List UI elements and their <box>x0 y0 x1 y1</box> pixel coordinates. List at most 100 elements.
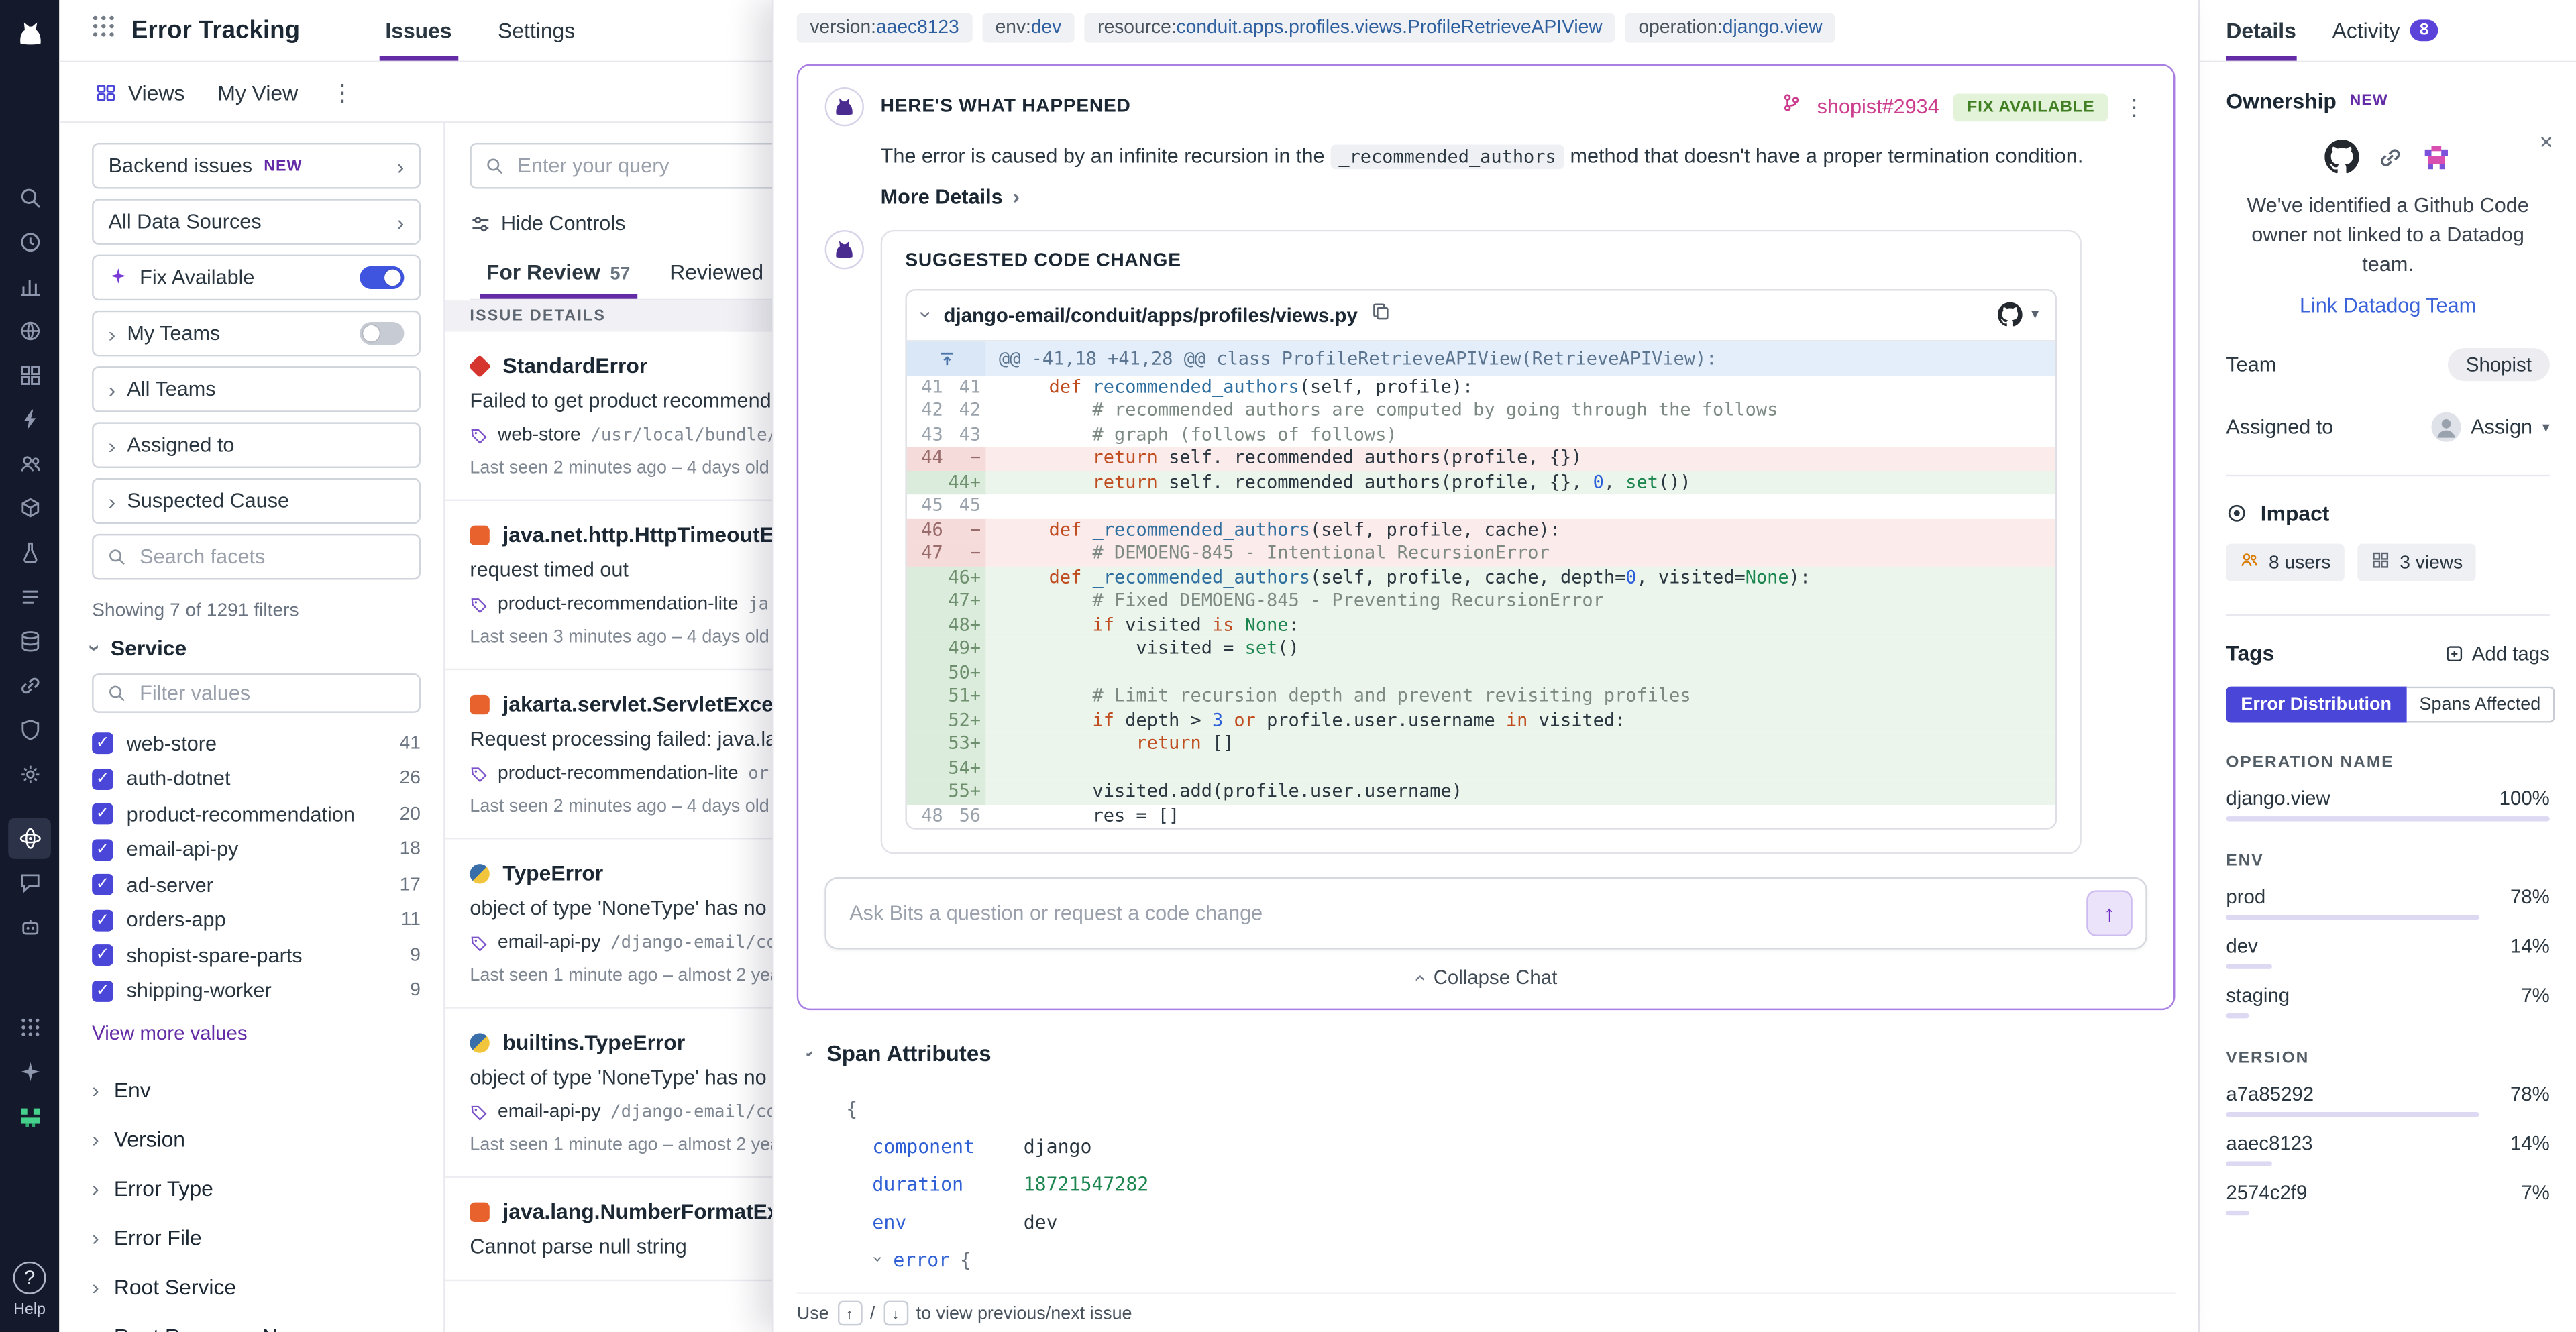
close-icon[interactable]: × <box>2540 129 2553 152</box>
facet-value-web-store[interactable]: ✓web-store41 <box>92 726 421 761</box>
facet-value-shipping-worker[interactable]: ✓shipping-worker9 <box>92 973 421 1009</box>
attribute-pill-version[interactable]: version:aaec8123 <box>797 13 973 43</box>
team-value-pill[interactable]: Shopist <box>2448 349 2550 382</box>
send-button[interactable]: ↑ <box>2086 891 2133 937</box>
facet-section-env[interactable]: ›Env <box>92 1064 421 1113</box>
database-monitoring-icon[interactable] <box>8 621 51 662</box>
toggle-switch[interactable] <box>360 322 404 345</box>
expand-hunk-button[interactable] <box>907 341 986 376</box>
filter-my-teams[interactable]: ›My Teams <box>92 311 421 357</box>
ownership-title: Ownership <box>2226 89 2337 113</box>
facet-value-auth-dotnet[interactable]: ✓auth-dotnet26 <box>92 761 421 797</box>
settings-icon[interactable] <box>8 754 51 795</box>
github-actions-dropdown[interactable]: ▾ <box>1998 302 2039 327</box>
facet-search-field[interactable] <box>92 534 421 580</box>
segment-error-distribution[interactable]: Error Distribution <box>2226 687 2406 724</box>
attribute-pill-operation[interactable]: operation:django.view <box>1625 13 1835 43</box>
checkbox[interactable]: ✓ <box>92 980 113 1001</box>
filter-all-data-sources[interactable]: All Data Sources› <box>92 199 421 245</box>
segment-spans-affected[interactable]: Spans Affected <box>2406 687 2555 724</box>
launchpad-icon[interactable] <box>8 1051 51 1092</box>
help-icon[interactable]: ? <box>13 1262 46 1294</box>
chevron-right-icon: › <box>109 323 116 344</box>
bits-chat-input[interactable] <box>846 901 2086 927</box>
filter-backend-issues[interactable]: Backend issuesNEW› <box>92 143 421 189</box>
tab-issues[interactable]: Issues <box>362 0 475 61</box>
monitors-icon[interactable] <box>8 399 51 440</box>
impact-pill-8-users[interactable]: 8 users <box>2226 545 2344 582</box>
facet-search-input[interactable] <box>136 544 406 570</box>
assign-dropdown[interactable]: Assign ▾ <box>2431 413 2549 443</box>
attribute-pill-resource[interactable]: resource:conduit.apps.profiles.views.Pro… <box>1085 13 1616 43</box>
facet-value-shopist-spare-parts[interactable]: ✓shopist-spare-parts9 <box>92 938 421 973</box>
service-catalog-icon[interactable] <box>8 1007 51 1048</box>
checkbox[interactable]: ✓ <box>92 803 113 825</box>
facet-value-product-recommendation[interactable]: ✓product-recommendation20 <box>92 797 421 832</box>
infrastructure-icon[interactable] <box>8 488 51 529</box>
checkbox[interactable]: ✓ <box>92 733 113 755</box>
checkbox[interactable]: ✓ <box>92 874 113 895</box>
facet-value-label: auth-dotnet <box>127 767 386 790</box>
tab-settings[interactable]: Settings <box>475 0 598 61</box>
apps-grid-icon[interactable] <box>92 15 115 46</box>
checkbox[interactable]: ✓ <box>92 839 113 861</box>
labs-icon[interactable] <box>8 532 51 573</box>
views-button[interactable]: Views <box>95 80 184 105</box>
github-issue-link[interactable]: shopist#2934 <box>1817 95 1939 118</box>
facet-section-version[interactable]: ›Version <box>92 1113 421 1162</box>
attribute-pill-env[interactable]: env:dev <box>982 13 1075 43</box>
security-icon[interactable] <box>8 710 51 751</box>
filter-suspected-cause[interactable]: ›Suspected Cause <box>92 478 421 524</box>
facet-section-root-resource-name[interactable]: ›Root Resource Name <box>92 1311 421 1332</box>
more-details-link[interactable]: More Details › <box>881 185 2147 208</box>
ci-pipelines-icon[interactable] <box>8 665 51 706</box>
facet-section-root-service[interactable]: ›Root Service <box>92 1262 421 1311</box>
add-tags-button[interactable]: Add tags <box>2444 642 2550 665</box>
link-datadog-team-link[interactable]: Link Datadog Team <box>2226 294 2549 317</box>
filter-values-field[interactable] <box>92 673 421 713</box>
teams-icon[interactable] <box>8 443 51 484</box>
view-more-link[interactable]: View more values <box>92 1021 421 1044</box>
bits-chat-field[interactable]: ↑ <box>824 877 2147 950</box>
support-chat-icon[interactable] <box>8 863 51 903</box>
bits-ai-icon[interactable] <box>8 907 51 948</box>
synthetics-icon[interactable] <box>8 311 51 351</box>
facet-value-orders-app[interactable]: ✓orders-app11 <box>92 903 421 938</box>
facet-section-error-file[interactable]: ›Error File <box>92 1212 421 1261</box>
filter-fix-available[interactable]: Fix Available <box>92 255 421 301</box>
span-attributes-header[interactable]: › Span Attributes <box>806 1042 2175 1066</box>
tab-activity[interactable]: Activity8 <box>2332 0 2439 61</box>
bits-kebab-icon[interactable]: ⋮ <box>2123 93 2147 121</box>
pixel-avatar-icon[interactable] <box>8 1095 51 1136</box>
error-tracking-icon[interactable] <box>8 818 51 859</box>
toggle-switch[interactable] <box>360 266 404 289</box>
datadog-logo[interactable] <box>10 11 50 51</box>
filter-assigned-to[interactable]: ›Assigned to <box>92 422 421 468</box>
logs-icon[interactable] <box>8 577 51 618</box>
facet-section-error-type[interactable]: ›Error Type <box>92 1163 421 1212</box>
integrations-icon[interactable] <box>8 355 51 396</box>
facet-section-service[interactable]: › Service <box>92 636 421 661</box>
view-options-kebab-icon[interactable]: ⋮ <box>331 78 356 106</box>
tab-for-review[interactable]: For Review57 <box>470 248 647 299</box>
span-attribute-error[interactable]: ›error{ <box>872 1241 2175 1278</box>
issue-title: StandardError <box>502 353 647 378</box>
collapse-chat-button[interactable]: › Collapse Chat <box>824 966 2147 989</box>
checkbox[interactable]: ✓ <box>92 909 113 931</box>
current-view-name[interactable]: My View <box>217 80 298 105</box>
distribution-name: prod <box>2226 886 2265 909</box>
impact-pill-3-views[interactable]: 3 views <box>2357 545 2476 582</box>
facet-value-ad-server[interactable]: ✓ad-server17 <box>92 867 421 903</box>
search-icon[interactable] <box>8 177 51 218</box>
filter-values-input[interactable] <box>136 680 406 706</box>
checkbox[interactable]: ✓ <box>92 769 113 790</box>
history-icon[interactable] <box>8 222 51 263</box>
facet-value-count: 17 <box>400 875 421 895</box>
checkbox[interactable]: ✓ <box>92 945 113 966</box>
chevron-down-icon[interactable]: › <box>916 311 938 319</box>
facet-value-email-api-py[interactable]: ✓email-api-py18 <box>92 832 421 867</box>
filter-all-teams[interactable]: ›All Teams <box>92 366 421 412</box>
dashboards-icon[interactable] <box>8 266 51 307</box>
copy-icon[interactable] <box>1371 300 1392 330</box>
tab-details[interactable]: Details <box>2226 0 2296 61</box>
